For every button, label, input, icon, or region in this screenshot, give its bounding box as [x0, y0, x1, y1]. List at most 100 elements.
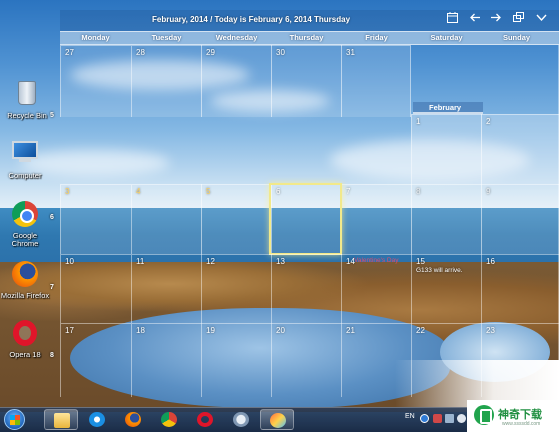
day-cell[interactable]: 30 — [271, 45, 342, 117]
desktop-icon-firefox[interactable]: Mozilla Firefox — [0, 259, 50, 300]
day-number: 22 — [416, 326, 425, 335]
safari-icon — [233, 412, 249, 427]
day-cell[interactable]: 7 — [341, 184, 412, 254]
day-cell[interactable]: 9 — [481, 184, 559, 254]
weekday-sunday: Sunday — [502, 33, 531, 42]
day-cell[interactable]: 14 Valentine's Day — [341, 254, 412, 323]
day-number: 15 — [416, 257, 425, 266]
day-number: 12 — [206, 257, 215, 266]
day-cell[interactable]: 23 — [481, 323, 559, 397]
desktop-icon-label: Recycle Bin — [7, 111, 47, 120]
day-cell[interactable]: 3 — [60, 184, 131, 254]
chevron-down-icon[interactable] — [533, 12, 549, 28]
day-number: 27 — [65, 48, 74, 57]
tray-app-icon[interactable] — [433, 414, 442, 423]
calendar-view-icon[interactable] — [444, 12, 460, 28]
calendar-title: February, 2014 / Today is February 6, 20… — [152, 15, 351, 24]
day-cell[interactable]: 17 — [60, 323, 131, 397]
weekday-tuesday: Tuesday — [151, 33, 182, 42]
week-number: 7 — [50, 284, 54, 291]
day-cell[interactable]: 28 — [131, 45, 202, 117]
taskbar-explorer[interactable] — [44, 409, 78, 430]
desktop-icon-chrome[interactable]: Google Chrome — [0, 199, 50, 248]
opera-icon — [197, 412, 213, 427]
day-cell[interactable]: 18 — [131, 323, 202, 397]
weekday-thursday: Thursday — [289, 33, 324, 42]
restore-window-icon[interactable] — [511, 12, 527, 28]
next-month-icon[interactable] — [487, 12, 503, 28]
event-label[interactable]: Valentine's Day — [354, 257, 398, 264]
day-number: 11 — [136, 257, 145, 266]
day-cell[interactable]: 22 — [411, 323, 482, 397]
desktop-icon-computer[interactable]: Computer — [0, 138, 50, 180]
day-number: 3 — [65, 187, 70, 196]
weekday-wednesday: Wednesday — [215, 33, 258, 42]
desktop-icon-recycle-bin[interactable]: Recycle Bin — [2, 78, 52, 120]
desktop-icon-opera[interactable]: Opera 18 — [0, 318, 50, 359]
taskbar-chrome[interactable] — [152, 409, 186, 430]
day-cell[interactable]: 21 — [341, 323, 412, 397]
start-button[interactable] — [4, 409, 25, 430]
day-cell[interactable]: 27 — [60, 45, 131, 117]
day-cell[interactable]: 8 — [411, 184, 482, 254]
taskbar-calendar-app[interactable] — [260, 409, 294, 430]
explorer-icon — [54, 413, 70, 428]
weekday-friday: Friday — [365, 33, 388, 42]
computer-icon — [10, 141, 40, 171]
previous-month-icon[interactable] — [467, 12, 483, 28]
internet-explorer-icon — [89, 412, 105, 427]
day-cell[interactable]: 1 — [411, 114, 482, 184]
day-number: 1 — [416, 117, 421, 126]
day-cell[interactable]: 19 — [201, 323, 272, 397]
day-number: 21 — [346, 326, 355, 335]
today-highlight — [269, 183, 342, 255]
chrome-icon — [10, 201, 40, 231]
day-cell[interactable]: 20 — [271, 323, 342, 397]
day-number: 18 — [136, 326, 145, 335]
firefox-icon — [10, 261, 40, 291]
week-number: 6 — [50, 214, 54, 221]
language-indicator[interactable]: EN — [405, 413, 415, 420]
day-cell[interactable]: 15 G133 will arrive. — [411, 254, 482, 323]
event-label[interactable]: G133 will arrive. — [416, 267, 463, 274]
month-label: February — [413, 102, 483, 114]
desktop-icon-label: Opera 18 — [9, 350, 41, 359]
watermark-logo-icon — [474, 405, 494, 425]
day-number: 20 — [276, 326, 285, 335]
day-number: 19 — [206, 326, 215, 335]
day-number: 4 — [136, 187, 141, 196]
day-number: 30 — [276, 48, 285, 57]
taskbar-firefox[interactable] — [116, 409, 150, 430]
day-number: 29 — [206, 48, 215, 57]
day-cell[interactable]: 29 — [201, 45, 272, 117]
day-number: 17 — [65, 326, 74, 335]
week-number: 5 — [50, 112, 54, 119]
opera-icon — [10, 320, 40, 350]
day-cell[interactable]: 2 — [481, 114, 559, 184]
desktop-icon-label: Mozilla Firefox — [0, 291, 50, 300]
week-number: 8 — [50, 352, 54, 359]
taskbar-opera[interactable] — [188, 409, 222, 430]
day-cell[interactable]: 10 — [60, 254, 131, 323]
help-icon[interactable] — [420, 414, 429, 423]
day-cell[interactable]: 5 — [201, 184, 272, 254]
cloud-icon[interactable] — [457, 414, 466, 423]
day-cell[interactable]: 13 — [271, 254, 342, 323]
day-number: 13 — [276, 257, 285, 266]
day-number: 5 — [206, 187, 211, 196]
desktop-icon-label: Google Chrome — [11, 231, 39, 248]
desktop-icon-label: Computer — [8, 171, 42, 180]
taskbar-safari[interactable] — [224, 409, 258, 430]
day-cell[interactable]: 4 — [131, 184, 202, 254]
day-cell[interactable]: 16 — [481, 254, 559, 323]
watermark-url: www.ssssdd.com — [502, 421, 541, 427]
day-cell[interactable]: 12 — [201, 254, 272, 323]
recycle-bin-icon — [12, 81, 42, 111]
day-cell[interactable]: 31 — [341, 45, 411, 117]
firefox-icon — [125, 412, 141, 427]
day-cell[interactable]: 11 — [131, 254, 202, 323]
day-number: 28 — [136, 48, 145, 57]
taskbar-internet-explorer[interactable] — [80, 409, 114, 430]
network-icon[interactable] — [445, 414, 454, 423]
day-number: 8 — [416, 187, 421, 196]
